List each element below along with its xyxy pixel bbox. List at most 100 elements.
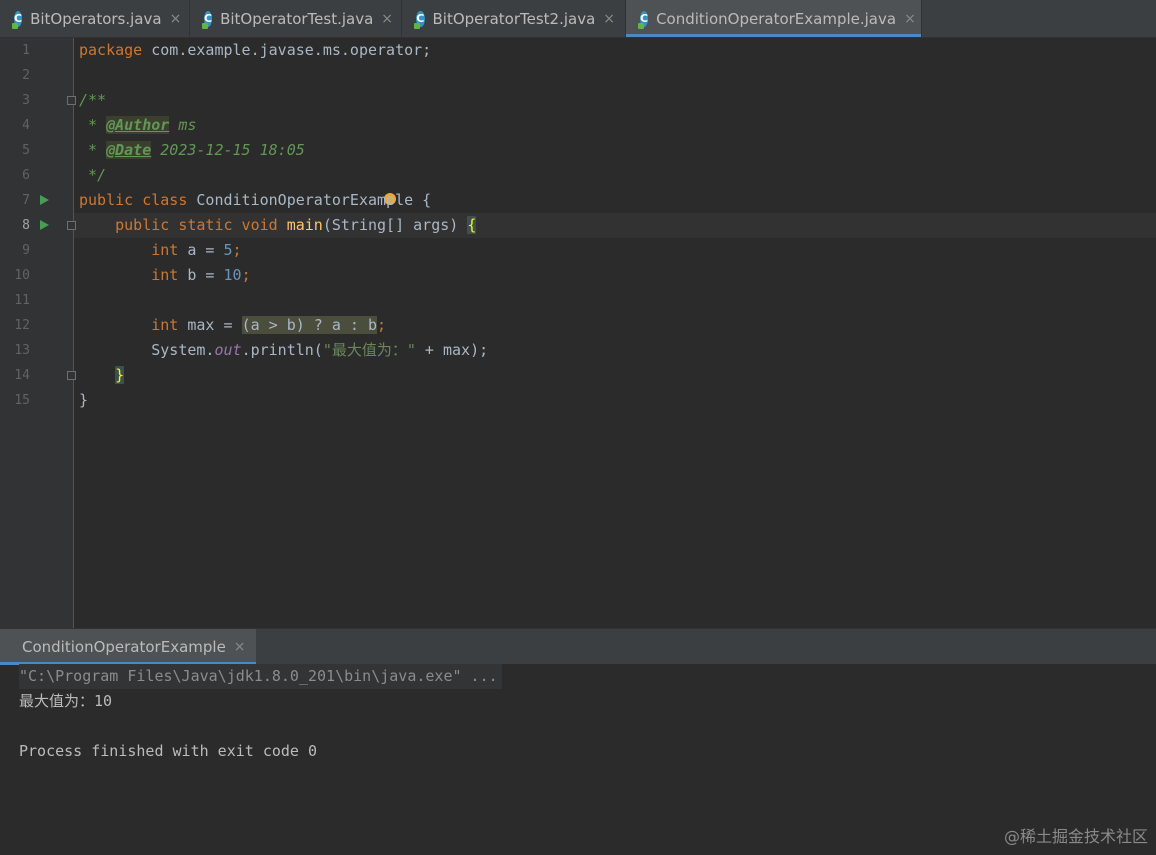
- code-line-7: public class ConditionOperatorExample {: [79, 188, 431, 213]
- package-name: com.example.javase.ms.operator;: [142, 41, 432, 59]
- close-icon[interactable]: ×: [234, 639, 246, 655]
- semicolon: ;: [377, 316, 387, 334]
- keyword: int: [151, 241, 179, 259]
- code-text: + max);: [415, 341, 489, 359]
- code-line-3: /**: [79, 88, 106, 113]
- tab-conditionoperatorexample[interactable]: C ConditionOperatorExample.java ×: [626, 0, 922, 37]
- line-number: 12: [14, 318, 30, 333]
- keyword: public class: [79, 191, 188, 209]
- semicolon: ;: [241, 266, 251, 284]
- line-number: 3: [22, 93, 30, 108]
- line-number: 2: [22, 68, 30, 83]
- editor-tab-bar: C BitOperators.java × C BitOperatorTest.…: [0, 0, 1156, 38]
- number-literal: 10: [223, 266, 242, 284]
- tab-label: BitOperators.java: [30, 9, 162, 28]
- code-line-14: }: [79, 363, 125, 388]
- string-literal: "最大值为：": [322, 341, 416, 359]
- code-line-12: int max = (a > b) ? a : b;: [79, 313, 386, 338]
- matched-brace: }: [115, 366, 125, 384]
- keyword: package: [79, 41, 143, 59]
- tab-bitoperators[interactable]: C BitOperators.java ×: [0, 0, 190, 37]
- keyword: public static void: [115, 216, 278, 234]
- java-class-icon: C: [414, 10, 425, 29]
- run-tab-label: ConditionOperatorExample: [22, 638, 226, 656]
- code-line-1: package com.example.javase.ms.operator;: [79, 38, 431, 63]
- exit-message: Process finished with exit code 0: [19, 742, 318, 760]
- keyword: int: [151, 266, 179, 284]
- method-name: main: [286, 216, 323, 234]
- matched-brace: {: [467, 216, 477, 234]
- run-class-icon[interactable]: [40, 195, 49, 205]
- closing-brace: }: [79, 391, 89, 409]
- code-line-15: }: [79, 388, 88, 413]
- run-main-icon[interactable]: [40, 220, 49, 230]
- code-line-5: * @Date 2023-12-15 18:05: [79, 138, 305, 163]
- code-line-8: public static void main(String[] args) {: [79, 213, 477, 238]
- watermark: @稀土掘金技术社区: [1003, 827, 1148, 846]
- java-class-icon: C: [201, 10, 213, 29]
- tab-bitoperatortest2[interactable]: C BitOperatorTest2.java ×: [402, 0, 626, 37]
- run-command: "C:\Program Files\Java\jdk1.8.0_201\bin\…: [19, 664, 502, 689]
- ternary-expression: (a > b) ? a : b: [241, 316, 378, 334]
- doc-comment: */: [79, 166, 107, 184]
- line-number: 13: [14, 343, 30, 358]
- number-literal: 5: [223, 241, 233, 259]
- doc-tag: @Date: [106, 141, 152, 159]
- doc-comment: *: [79, 141, 107, 159]
- close-icon[interactable]: ×: [904, 11, 916, 27]
- line-number: 10: [14, 268, 30, 283]
- close-icon[interactable]: ×: [170, 11, 182, 27]
- run-panel: ConditionOperatorExample × "C:\Program F…: [0, 628, 1156, 855]
- code-text: .println(: [241, 341, 323, 359]
- line-number: 4: [22, 118, 30, 133]
- line-number: 5: [22, 143, 30, 158]
- line-number: 8: [22, 218, 30, 233]
- code-line-13: System.out.println("最大值为：" + max);: [79, 338, 488, 363]
- code-line-6: */: [79, 163, 106, 188]
- run-tab-bar: ConditionOperatorExample ×: [0, 628, 1156, 665]
- java-class-icon: C: [637, 10, 649, 29]
- code-text: System.: [151, 341, 215, 359]
- doc-value: ms: [169, 116, 197, 134]
- editor-gutter[interactable]: 1 2 3 4 5 6 7 8 9 10 11 12 13 14 15: [0, 38, 76, 628]
- doc-value: 2023-12-15 18:05: [151, 141, 305, 159]
- line-number: 7: [22, 193, 30, 208]
- fold-icon[interactable]: [67, 371, 76, 380]
- tab-bitoperatortest[interactable]: C BitOperatorTest.java ×: [190, 0, 402, 37]
- keyword: int: [151, 316, 179, 334]
- line-number: 9: [22, 243, 30, 258]
- code-text: b =: [178, 266, 224, 284]
- line-number: 14: [14, 368, 30, 383]
- semicolon: ;: [232, 241, 242, 259]
- static-field: out: [214, 341, 242, 359]
- doc-comment: /**: [79, 91, 107, 109]
- line-number: 1: [22, 43, 30, 58]
- close-icon[interactable]: ×: [603, 11, 615, 27]
- line-number: 6: [22, 168, 30, 183]
- run-tab[interactable]: ConditionOperatorExample ×: [0, 629, 256, 665]
- fold-icon[interactable]: [67, 96, 76, 105]
- fold-icon[interactable]: [67, 221, 76, 230]
- code-text: max =: [178, 316, 242, 334]
- tab-label: BitOperatorTest2.java: [432, 9, 596, 28]
- code-text: a =: [178, 241, 224, 259]
- tab-label: ConditionOperatorExample.java: [656, 9, 897, 28]
- code-line-4: * @Author ms: [79, 113, 196, 138]
- code-editor[interactable]: 1 2 3 4 5 6 7 8 9 10 11 12 13 14 15 pack…: [0, 38, 1156, 628]
- doc-tag: @Author: [106, 116, 170, 134]
- program-output: 最大值为：10: [19, 692, 113, 710]
- code-line-10: int b = 10;: [79, 263, 251, 288]
- line-number: 15: [14, 393, 30, 408]
- doc-comment: *: [79, 116, 107, 134]
- tab-label: BitOperatorTest.java: [220, 9, 374, 28]
- java-class-icon: C: [11, 10, 23, 29]
- method-args: (String[] args): [322, 216, 468, 234]
- close-icon[interactable]: ×: [381, 11, 393, 27]
